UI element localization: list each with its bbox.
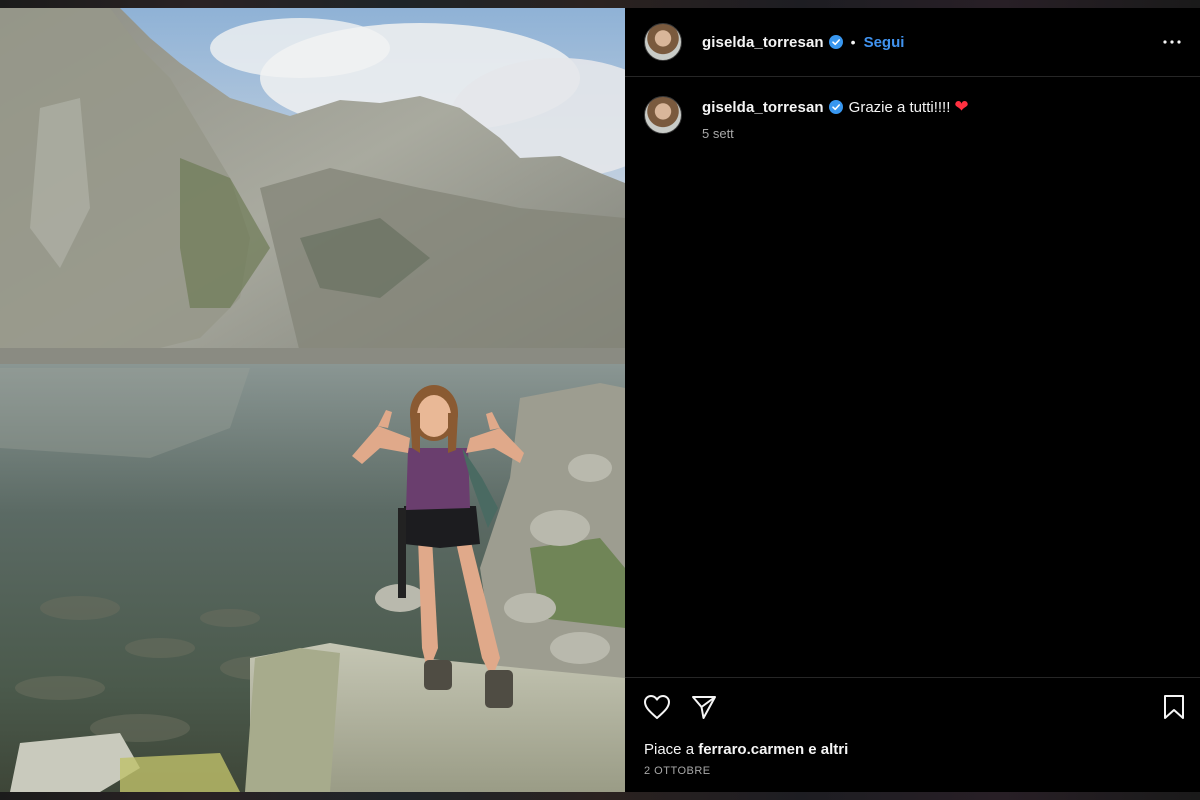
likes-user-link[interactable]: ferraro.carmen <box>698 741 804 758</box>
post-header: giselda_torresan • Segui <box>625 8 1200 77</box>
post-date[interactable]: 2 OTTOBRE <box>644 765 711 777</box>
bookmark-icon[interactable] <box>1162 694 1186 725</box>
separator-dot: • <box>850 34 856 50</box>
caption-avatar[interactable] <box>644 96 682 134</box>
post-photo[interactable] <box>0 8 625 792</box>
actions-divider <box>625 677 1200 678</box>
author-avatar[interactable] <box>644 23 682 61</box>
post-dialog: giselda_torresan • Segui giselda_torresa… <box>0 8 1200 792</box>
backdrop-strip-top <box>0 0 1200 8</box>
photo-illustration <box>0 8 625 792</box>
more-horizontal-icon[interactable] <box>1160 30 1184 54</box>
caption-line: giselda_torresan Grazie a tutti!!!! ❤ <box>702 97 969 118</box>
likes-summary: Piace a ferraro.carmen e altri <box>644 741 848 758</box>
backdrop-strip-bottom <box>0 792 1200 800</box>
verified-badge-icon <box>828 100 843 114</box>
author-username[interactable]: giselda_torresan <box>702 34 824 51</box>
heart-emoji: ❤ <box>954 97 969 116</box>
caption-time[interactable]: 5 sett <box>702 126 969 141</box>
heart-outline-icon[interactable] <box>643 694 671 725</box>
follow-button[interactable]: Segui <box>864 34 905 51</box>
caption-body: giselda_torresan Grazie a tutti!!!! ❤ 5 se… <box>702 97 969 141</box>
caption-text: Grazie a tutti!!!! <box>848 99 951 116</box>
likes-others-link[interactable]: e altri <box>808 741 848 758</box>
caption-username[interactable]: giselda_torresan <box>702 99 824 116</box>
paper-plane-icon[interactable] <box>691 694 717 725</box>
post-side-panel: giselda_torresan • Segui giselda_torresa… <box>625 8 1200 792</box>
likes-prefix: Piace a <box>644 741 695 758</box>
verified-badge-icon <box>828 35 843 49</box>
caption-comment: giselda_torresan Grazie a tutti!!!! ❤ 5 se… <box>644 96 969 141</box>
